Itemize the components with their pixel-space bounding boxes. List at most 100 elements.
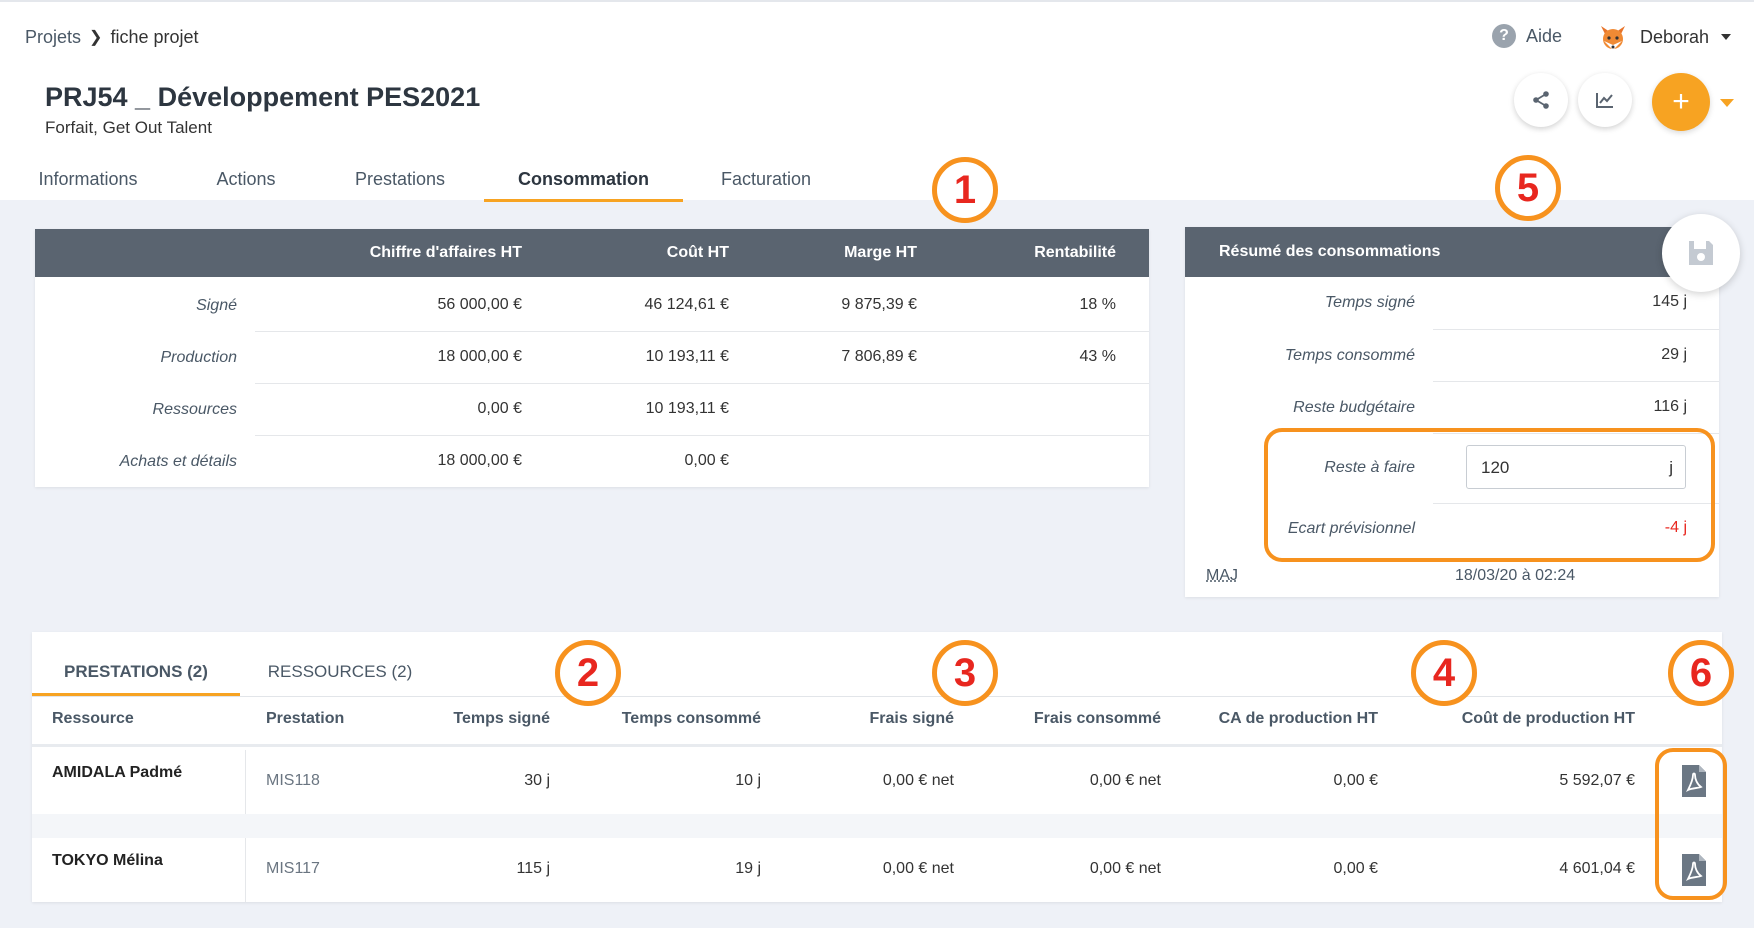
achats-cout: 0,00 € — [684, 452, 729, 469]
row-divider — [1433, 381, 1719, 382]
row-frais-signe: 0,00 € net — [882, 772, 954, 789]
row-temps-consomme: 10 j — [735, 772, 761, 789]
tab-actions[interactable]: Actions — [196, 157, 296, 202]
signe-rentabilite: 18 % — [1079, 296, 1116, 313]
annotation-badge-4: 4 — [1411, 640, 1477, 706]
temps-consomme-label: Temps consommé — [1284, 347, 1415, 364]
table-header: Chiffre d'affaires HT Coût HT Marge HT R… — [35, 229, 1149, 277]
achats-ca: 18 000,00 € — [437, 452, 522, 469]
breadcrumb-current: fiche projet — [110, 26, 199, 47]
column-divider — [245, 838, 246, 902]
row-ressource: TOKYO Mélina — [52, 852, 163, 869]
row-frais-signe: 0,00 € net — [882, 860, 954, 877]
row-divider — [255, 331, 1149, 332]
col-frais-consomme: Frais consommé — [1033, 710, 1161, 727]
row-label-production: Production — [160, 349, 238, 366]
page-subtitle: Forfait, Get Out Talent — [45, 118, 212, 137]
row-ressource: AMIDALA Padmé — [52, 764, 183, 781]
pdf-column-highlight — [1655, 748, 1727, 900]
page-title: PRJ54 _ Développement PES2021 — [45, 82, 481, 112]
table-row: TOKYO Mélina MIS117 115 j 19 j 0,00 € ne… — [32, 838, 1722, 902]
col-cout-production: Coût de production HT — [1461, 710, 1635, 727]
col-temps-signe: Temps signé — [453, 710, 550, 727]
row-divider — [1433, 329, 1719, 330]
row-temps-signe: 115 j — [516, 860, 550, 877]
col-ca-production: CA de production HT — [1218, 710, 1378, 727]
column-divider — [245, 750, 246, 814]
help-link[interactable]: ? Aide — [1492, 24, 1562, 48]
tab-consommation[interactable]: Consommation — [484, 157, 683, 202]
col-marge: Marge HT — [844, 244, 917, 261]
row-cout-production: 5 592,07 € — [1559, 772, 1635, 789]
add-menu-caret-icon[interactable] — [1720, 99, 1734, 107]
row-label-signe: Signé — [196, 297, 237, 314]
annotation-badge-5: 5 — [1495, 155, 1561, 221]
add-button[interactable]: + — [1652, 73, 1710, 131]
row-divider — [255, 383, 1149, 384]
line-chart-icon — [1596, 93, 1613, 108]
chart-button[interactable] — [1578, 73, 1632, 127]
share-icon — [1533, 91, 1549, 109]
col-ressource: Ressource — [52, 710, 134, 727]
save-icon — [1689, 241, 1713, 265]
breadcrumb-projets-link[interactable]: Projets — [25, 27, 81, 47]
help-label: Aide — [1526, 25, 1563, 46]
row-prestation-link[interactable]: MIS118 — [266, 772, 320, 790]
fox-avatar-icon — [1601, 26, 1625, 50]
col-temps-consomme: Temps consommé — [621, 710, 761, 727]
tab-ressources-detail[interactable]: RESSOURCES (2) — [254, 652, 426, 696]
ressources-cout: 10 193,11 € — [645, 400, 729, 417]
ressources-ca: 0,00 € — [477, 400, 522, 417]
row-prestation-link[interactable]: MIS117 — [266, 860, 320, 878]
tab-facturation[interactable]: Facturation — [710, 157, 822, 202]
breadcrumb: Projets ❯ fiche projet — [25, 26, 199, 48]
user-name: Deborah — [1640, 26, 1710, 47]
row-ca-production: 0,00 € — [1333, 860, 1378, 877]
financial-summary-table: Chiffre d'affaires HT Coût HT Marge HT R… — [35, 229, 1149, 487]
row-temps-consomme: 19 j — [735, 860, 761, 877]
reste-budgetaire-value: 116 j — [1653, 398, 1687, 415]
tab-prestations[interactable]: Prestations — [340, 157, 460, 202]
annotation-badge-1: 1 — [932, 157, 998, 223]
col-rentabilite: Rentabilité — [1034, 244, 1116, 261]
production-rentabilite: 43 % — [1079, 348, 1116, 365]
col-chiffre-affaires: Chiffre d'affaires HT — [369, 244, 522, 261]
maj-value: 18/03/20 à 02:24 — [1455, 567, 1576, 584]
row-frais-consomme: 0,00 € net — [1089, 772, 1161, 789]
col-cout: Coût HT — [666, 244, 729, 261]
tab-divider — [32, 696, 1722, 697]
share-button[interactable] — [1514, 73, 1568, 127]
reste-budgetaire-label: Reste budgétaire — [1293, 399, 1415, 416]
row-label-achats: Achats et détails — [119, 453, 237, 470]
annotation-badge-2: 2 — [555, 640, 621, 706]
header-divider — [32, 744, 1722, 747]
row-label-ressources: Ressources — [152, 401, 237, 418]
row-cout-production: 4 601,04 € — [1559, 860, 1635, 877]
signe-cout: 46 124,61 € — [644, 296, 729, 313]
row-temps-signe: 30 j — [524, 772, 550, 789]
row-frais-consomme: 0,00 € net — [1089, 860, 1161, 877]
tab-informations[interactable]: Informations — [28, 157, 148, 202]
temps-signe-value: 145 j — [1652, 293, 1687, 310]
signe-ca: 56 000,00 € — [437, 296, 522, 313]
production-marge: 7 806,89 € — [841, 348, 917, 365]
chevron-right-icon: ❯ — [89, 29, 103, 47]
tab-prestations-detail[interactable]: PRESTATIONS (2) — [32, 652, 240, 696]
summary-title: Résumé des consommations — [1219, 243, 1441, 260]
user-menu[interactable]: Deborah — [1598, 22, 1732, 52]
production-cout: 10 193,11 € — [645, 348, 729, 365]
col-frais-signe: Frais signé — [869, 710, 954, 727]
row-spacer — [32, 814, 1722, 838]
temps-signe-label: Temps signé — [1324, 294, 1415, 311]
table-row: AMIDALA Padmé MIS118 30 j 10 j 0,00 € ne… — [32, 750, 1722, 814]
reste-a-faire-highlight — [1264, 428, 1715, 562]
row-divider — [255, 435, 1149, 436]
annotation-badge-3: 3 — [932, 640, 998, 706]
annotation-badge-6: 6 — [1668, 640, 1734, 706]
row-ca-production: 0,00 € — [1333, 772, 1378, 789]
summary-header: Résumé des consommations — [1185, 227, 1719, 277]
top-bar: Projets ❯ fiche projet ? Aide Deborah PRJ5… — [0, 0, 1754, 202]
maj-label: MAJ — [1206, 567, 1238, 584]
save-button[interactable] — [1662, 214, 1740, 292]
signe-marge: 9 875,39 € — [841, 296, 917, 313]
